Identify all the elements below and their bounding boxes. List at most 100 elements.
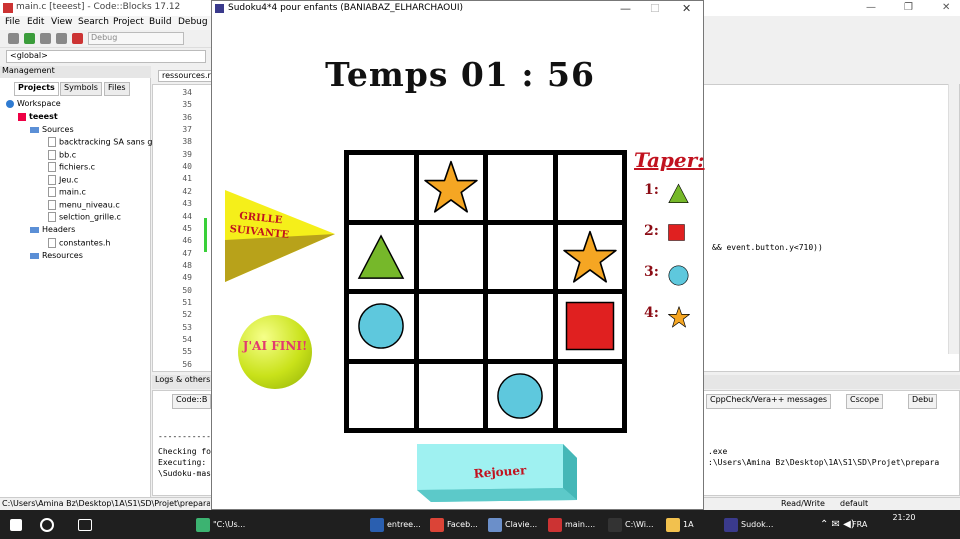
minimize-icon[interactable]: —: [866, 2, 876, 13]
restore-icon[interactable]: ❐: [904, 2, 913, 13]
build-icon[interactable]: [40, 33, 51, 44]
line-number: 44: [182, 211, 192, 221]
settings-icon[interactable]: [8, 33, 19, 44]
legend-key: 3:: [644, 264, 659, 280]
menu-build[interactable]: Build: [149, 17, 172, 27]
tab-symbols[interactable]: Symbols: [60, 82, 102, 96]
log-tab-cscope[interactable]: Cscope: [846, 394, 884, 409]
tree-file[interactable]: constantes.h: [48, 238, 110, 248]
menu-debug[interactable]: Debug: [178, 17, 208, 27]
grid-cell[interactable]: [488, 224, 553, 289]
triangle-icon: [357, 234, 405, 279]
tray-icons[interactable]: ⌃ ✉ ◀): [820, 514, 855, 536]
grid-cell[interactable]: [349, 224, 414, 289]
search-icon[interactable]: [40, 514, 56, 536]
tree-file[interactable]: Jeu.c: [48, 175, 78, 185]
tree-file[interactable]: bb.c: [48, 150, 76, 160]
taskbar-item[interactable]: C:\Wi...: [608, 514, 654, 536]
square-icon: [565, 302, 614, 351]
legend-shape: [668, 265, 689, 289]
tree-headers-folder[interactable]: Headers: [30, 225, 75, 234]
grid-cell[interactable]: [557, 294, 622, 359]
taskbar-item[interactable]: entree...: [370, 514, 421, 536]
taskbar-item[interactable]: Sudok...: [724, 514, 773, 536]
menu-edit[interactable]: Edit: [27, 17, 44, 27]
tab-projects[interactable]: Projects: [14, 82, 59, 96]
legend-title: Taper:: [634, 148, 705, 172]
log-line: :\Users\Amina Bz\Desktop\1A\S1\SD\Projet…: [708, 458, 940, 467]
tree-file[interactable]: menu_niveau.c: [48, 200, 120, 210]
menu-file[interactable]: File: [5, 17, 20, 27]
grid-cell[interactable]: [488, 294, 553, 359]
menu-search[interactable]: Search: [78, 17, 109, 27]
grid-cell[interactable]: [418, 294, 483, 359]
tree-file[interactable]: selction_grille.c: [48, 212, 121, 222]
grid-cell[interactable]: [349, 155, 414, 220]
file-label: main.c: [59, 187, 86, 197]
run-icon[interactable]: [24, 33, 35, 44]
taskbar-item[interactable]: "C:\Us...: [196, 514, 245, 536]
log-line: \Sudoku-mas: [158, 469, 211, 478]
grid-cell[interactable]: [349, 294, 414, 359]
grid-cell[interactable]: [488, 363, 553, 428]
build-target-select[interactable]: Debug: [88, 32, 184, 45]
taskbar-item-label: "C:\Us...: [213, 520, 246, 529]
grid-cell[interactable]: [418, 224, 483, 289]
build-run-icon[interactable]: [56, 33, 67, 44]
grid-cell[interactable]: [488, 155, 553, 220]
menu-view[interactable]: View: [51, 17, 72, 27]
log-tab-cppcheck[interactable]: CppCheck/Vera++ messages: [706, 394, 832, 409]
taskbar-item[interactable]: Faceb...: [430, 514, 478, 536]
log-line: -----------: [158, 432, 211, 441]
code-line: && event.button.y<710)): [712, 243, 823, 252]
grid-cell[interactable]: [557, 155, 622, 220]
tree-file[interactable]: fichiers.c: [48, 162, 95, 172]
tree-resources-folder[interactable]: Resources: [30, 251, 83, 260]
tree-sources-folder[interactable]: Sources: [30, 125, 74, 134]
line-number: 39: [182, 149, 192, 159]
tree-file[interactable]: backtracking SA sans ge: [48, 137, 157, 147]
taskbar-item[interactable]: 1A: [666, 514, 694, 536]
timer-display: Temps 01 : 56: [325, 55, 595, 94]
file-icon: [48, 187, 56, 197]
app-icon: [370, 517, 384, 532]
legend-shape: [668, 183, 689, 207]
grid-cell[interactable]: [349, 363, 414, 428]
close-icon[interactable]: ✕: [682, 2, 691, 15]
grid-cell[interactable]: [418, 155, 483, 220]
app-icon: [724, 517, 738, 532]
grid-cell[interactable]: [418, 363, 483, 428]
tree-file[interactable]: main.c: [48, 187, 86, 197]
clock[interactable]: 21:20: [884, 512, 924, 524]
abort-icon[interactable]: [72, 33, 83, 44]
grid-cell[interactable]: [557, 224, 622, 289]
log-tab-codeblocks[interactable]: Code::B: [172, 394, 212, 409]
tree-project[interactable]: teeest: [18, 112, 58, 121]
editor-scrollbar[interactable]: [948, 84, 959, 354]
taskbar-item-label: entree...: [387, 520, 421, 529]
menu-project[interactable]: Project: [113, 17, 144, 27]
scope-select[interactable]: <global>: [6, 50, 206, 63]
file-icon: [48, 137, 56, 147]
editor-tab[interactable]: ressources.rc: [158, 70, 214, 82]
line-number: 48: [182, 260, 192, 270]
task-view-icon[interactable]: [78, 514, 95, 536]
taskbar-item[interactable]: Clavie...: [488, 514, 537, 536]
tree-workspace[interactable]: Workspace: [6, 99, 61, 108]
close-icon[interactable]: ✕: [942, 2, 950, 13]
minimize-icon[interactable]: —: [620, 2, 631, 15]
language-indicator[interactable]: FRA: [852, 514, 867, 536]
tab-files[interactable]: Files: [104, 82, 130, 96]
line-number: 34: [182, 88, 192, 97]
line-number: 50: [182, 285, 192, 295]
headers-label: Headers: [42, 225, 76, 234]
start-button[interactable]: [10, 514, 25, 536]
line-number: 56: [182, 359, 192, 369]
log-tab-debugger[interactable]: Debu: [908, 394, 938, 409]
taskbar-item[interactable]: main....: [548, 514, 595, 536]
sudoku-grid: [344, 150, 627, 433]
app-icon: [666, 517, 680, 532]
line-number: 43: [182, 199, 192, 209]
taskbar-item-label: C:\Wi...: [625, 520, 654, 529]
grid-cell[interactable]: [557, 363, 622, 428]
